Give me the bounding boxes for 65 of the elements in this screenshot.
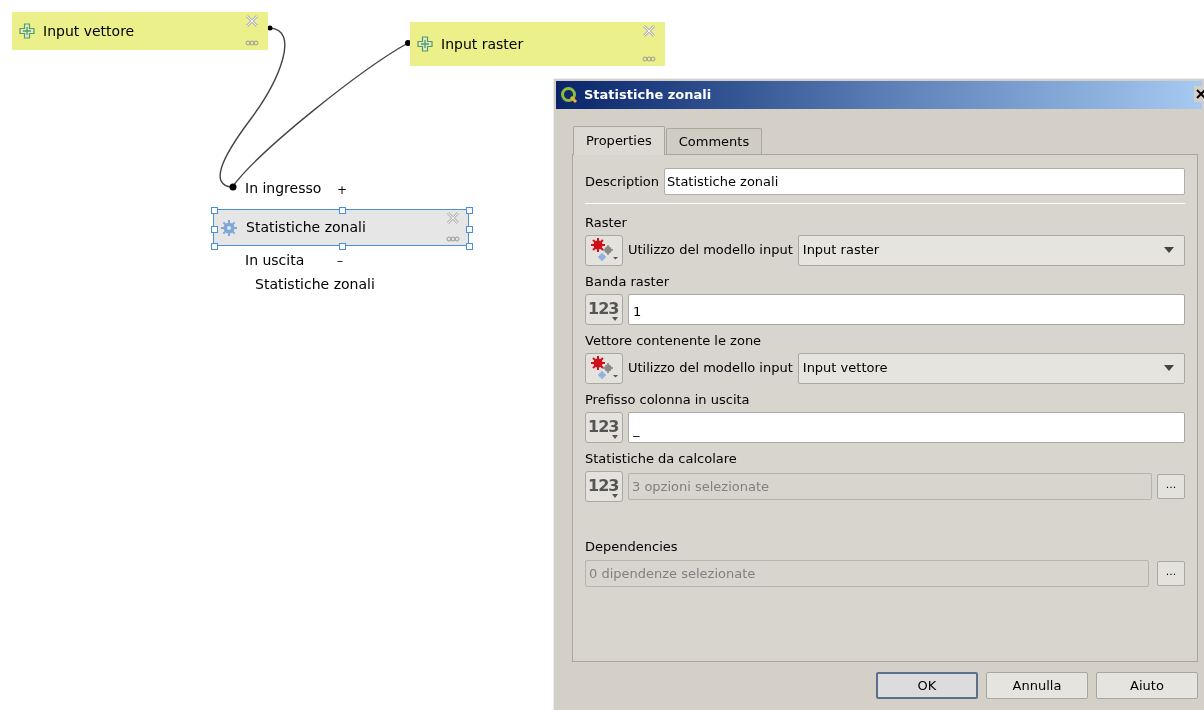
plus-icon	[417, 36, 433, 52]
resize-handle[interactable]	[339, 243, 346, 250]
caret-icon	[612, 493, 618, 498]
connector-dot	[405, 40, 411, 46]
input-field[interactable]: _	[628, 411, 1185, 443]
dropdown-value: Input raster	[802, 241, 880, 260]
delete-icon	[245, 14, 259, 28]
connector-dot	[229, 183, 237, 191]
resize-handle[interactable]	[211, 225, 218, 233]
input-node[interactable]: Input raster	[410, 22, 665, 66]
dropdown[interactable]: Input raster	[797, 234, 1185, 266]
browse-button[interactable]: ...	[1157, 473, 1185, 499]
gear-icon	[220, 218, 238, 237]
output-label: Statistiche zonali	[255, 275, 375, 294]
input-field[interactable]: 1	[628, 293, 1185, 325]
dialog-button[interactable]: Annulla	[986, 672, 1088, 699]
model-input-button[interactable]	[585, 352, 623, 384]
field-label: Description	[585, 172, 660, 191]
caret-icon	[1164, 247, 1174, 253]
parameter-label: Banda raster	[585, 273, 670, 291]
parameter-label: Dependencies	[585, 538, 679, 556]
edit-icon	[642, 56, 656, 62]
dropdown-value: Input vettore	[802, 359, 888, 378]
tab[interactable]: Properties	[573, 126, 665, 155]
inputs-label: In ingresso	[245, 179, 322, 198]
number-button[interactable]: 123	[585, 293, 623, 325]
dialog-button[interactable]: Aiuto	[1096, 672, 1198, 699]
expand-toggle[interactable]: +	[337, 184, 348, 196]
node-label: Input vettore	[43, 21, 135, 41]
input-node[interactable]: Input vettore	[12, 12, 268, 50]
dropdown[interactable]: Input vettore	[797, 352, 1185, 384]
resize-handle[interactable]	[339, 207, 346, 214]
tab[interactable]: Comments	[665, 128, 763, 154]
number-button[interactable]: 123	[585, 470, 623, 502]
delete-icon	[446, 211, 460, 225]
edit-icon	[245, 40, 259, 46]
plus-icon	[19, 23, 35, 39]
node-label: Input raster	[441, 34, 524, 54]
number-button[interactable]: 123	[585, 411, 623, 443]
parameter-label: Raster	[585, 214, 628, 232]
description-field[interactable]: Statistiche zonali	[664, 168, 1185, 195]
source-label: Utilizzo del modello input	[628, 359, 793, 378]
browse-button[interactable]: ...	[1157, 561, 1185, 586]
resize-handle[interactable]	[211, 207, 218, 214]
caret-icon	[612, 434, 618, 439]
caret-icon	[612, 316, 618, 321]
resize-handle[interactable]	[466, 243, 473, 250]
dialog-button[interactable]: OK	[876, 672, 978, 699]
window-title: Statistiche zonali	[584, 86, 712, 105]
app-logo-icon	[560, 86, 578, 104]
source-label: Utilizzo del modello input	[628, 241, 793, 260]
resize-handle[interactable]	[466, 225, 473, 233]
delete-icon	[642, 24, 656, 38]
parameter-label: Statistiche da calcolare	[585, 450, 738, 468]
caret-icon	[1164, 365, 1174, 371]
collapse-toggle[interactable]: –	[337, 255, 343, 267]
outputs-label: In uscita	[245, 251, 305, 270]
node-label: Statistiche zonali	[246, 218, 366, 237]
parameter-label: Vettore contenente le zone	[585, 332, 763, 350]
edit-icon	[446, 236, 460, 242]
close-button[interactable]	[1194, 86, 1204, 102]
parameter-label: Prefisso colonna in uscita	[585, 391, 751, 409]
resize-handle[interactable]	[211, 243, 218, 250]
resize-handle[interactable]	[466, 207, 473, 214]
model-input-button[interactable]	[585, 234, 623, 266]
